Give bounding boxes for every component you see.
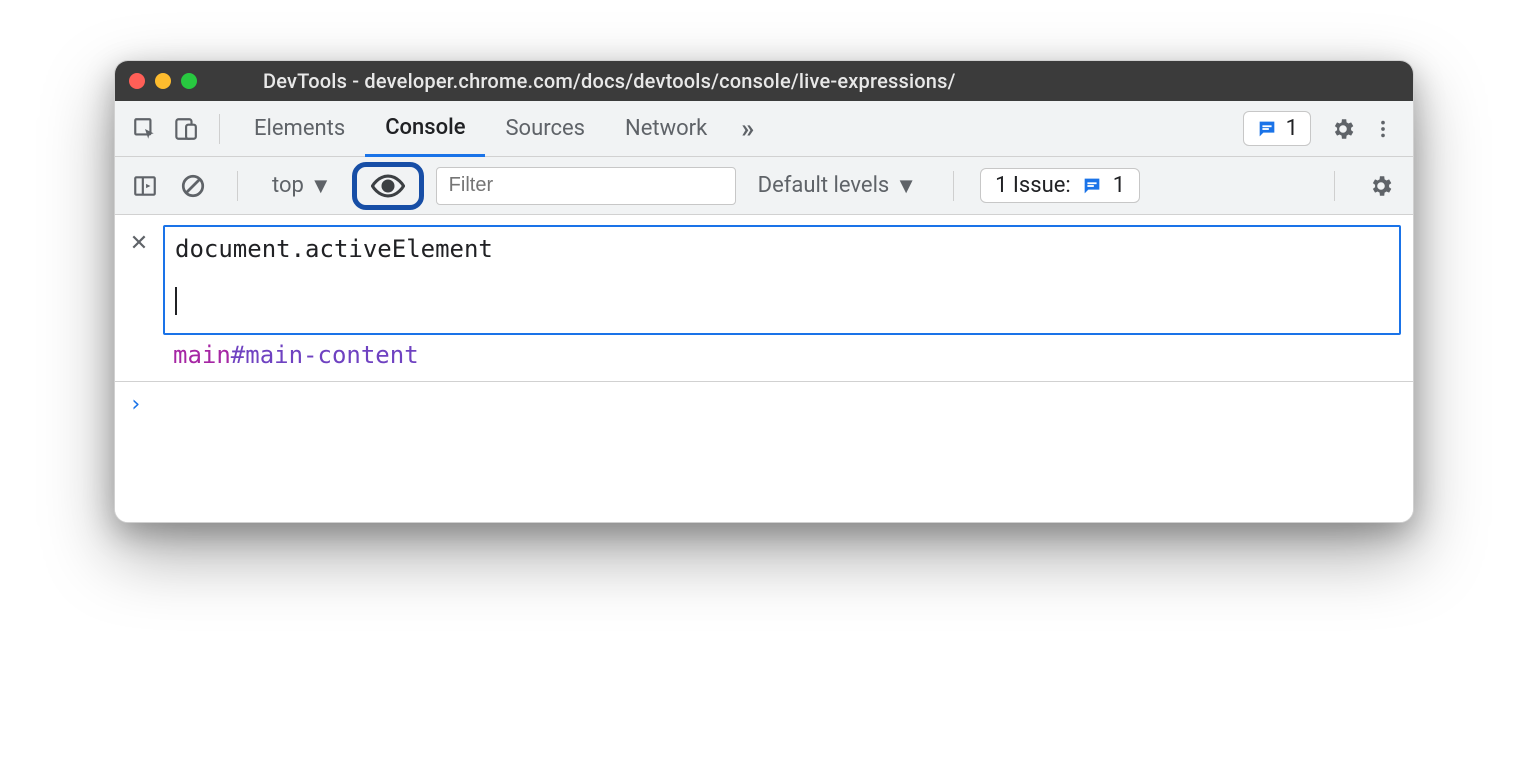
divider xyxy=(953,171,954,201)
minimize-window-button[interactable] xyxy=(155,73,171,89)
more-tabs-button[interactable]: » xyxy=(727,114,768,144)
tab-console[interactable]: Console xyxy=(365,101,485,157)
tab-sources[interactable]: Sources xyxy=(485,101,605,157)
messages-badge[interactable]: 1 xyxy=(1243,111,1311,146)
divider xyxy=(1334,171,1335,201)
log-levels-select[interactable]: Default levels ▼ xyxy=(748,173,927,199)
dropdown-icon: ▼ xyxy=(310,173,332,199)
divider xyxy=(237,171,238,201)
eye-icon xyxy=(371,173,405,199)
zoom-window-button[interactable] xyxy=(181,73,197,89)
window-title: DevTools - developer.chrome.com/docs/dev… xyxy=(223,69,1399,93)
more-options-button[interactable] xyxy=(1363,109,1403,149)
result-id: #main-content xyxy=(231,341,419,369)
clear-icon xyxy=(180,173,206,199)
inspect-element-icon[interactable] xyxy=(125,109,165,149)
issues-count: 1 xyxy=(1113,173,1125,198)
divider xyxy=(219,114,220,144)
device-toolbar-icon[interactable] xyxy=(165,109,205,149)
messages-count: 1 xyxy=(1286,116,1298,141)
window-controls xyxy=(129,73,197,89)
remove-live-expression-button[interactable]: ✕ xyxy=(127,225,151,256)
live-expression-area: ✕ document.activeElement main#main-conte… xyxy=(115,215,1413,382)
gear-icon xyxy=(1368,173,1394,199)
filter-input[interactable] xyxy=(436,167,736,205)
close-window-button[interactable] xyxy=(129,73,145,89)
live-expression-text: document.activeElement xyxy=(175,235,1389,263)
tab-network[interactable]: Network xyxy=(605,101,727,157)
live-expression-input[interactable]: document.activeElement xyxy=(163,225,1401,335)
main-tabbar: Elements Console Sources Network » 1 xyxy=(115,101,1413,157)
issues-label: 1 Issue: xyxy=(995,173,1071,198)
toggle-console-sidebar-button[interactable] xyxy=(127,168,163,204)
levels-label: Default levels xyxy=(758,173,890,198)
console-prompt-chevron: › xyxy=(129,392,142,417)
kebab-icon xyxy=(1372,118,1394,140)
live-expression-result: main#main-content xyxy=(127,335,1401,369)
chat-icon xyxy=(1256,118,1278,140)
settings-button[interactable] xyxy=(1323,109,1363,149)
text-cursor xyxy=(175,287,177,315)
issues-button[interactable]: 1 Issue: 1 xyxy=(980,168,1140,203)
console-body[interactable]: › xyxy=(115,382,1413,522)
titlebar: DevTools - developer.chrome.com/docs/dev… xyxy=(115,61,1413,101)
execution-context-select[interactable]: top ▼ xyxy=(264,173,340,199)
create-live-expression-button[interactable] xyxy=(352,162,424,210)
dropdown-icon: ▼ xyxy=(895,173,917,199)
clear-console-button[interactable] xyxy=(175,168,211,204)
chat-icon xyxy=(1081,175,1103,197)
tab-elements[interactable]: Elements xyxy=(234,101,365,157)
context-label: top xyxy=(272,173,304,198)
result-tagname: main xyxy=(173,341,231,369)
gear-icon xyxy=(1330,116,1356,142)
devtools-window: DevTools - developer.chrome.com/docs/dev… xyxy=(114,60,1414,523)
console-settings-button[interactable] xyxy=(1361,166,1401,206)
console-toolbar: top ▼ Default levels ▼ 1 Issue: 1 xyxy=(115,157,1413,215)
